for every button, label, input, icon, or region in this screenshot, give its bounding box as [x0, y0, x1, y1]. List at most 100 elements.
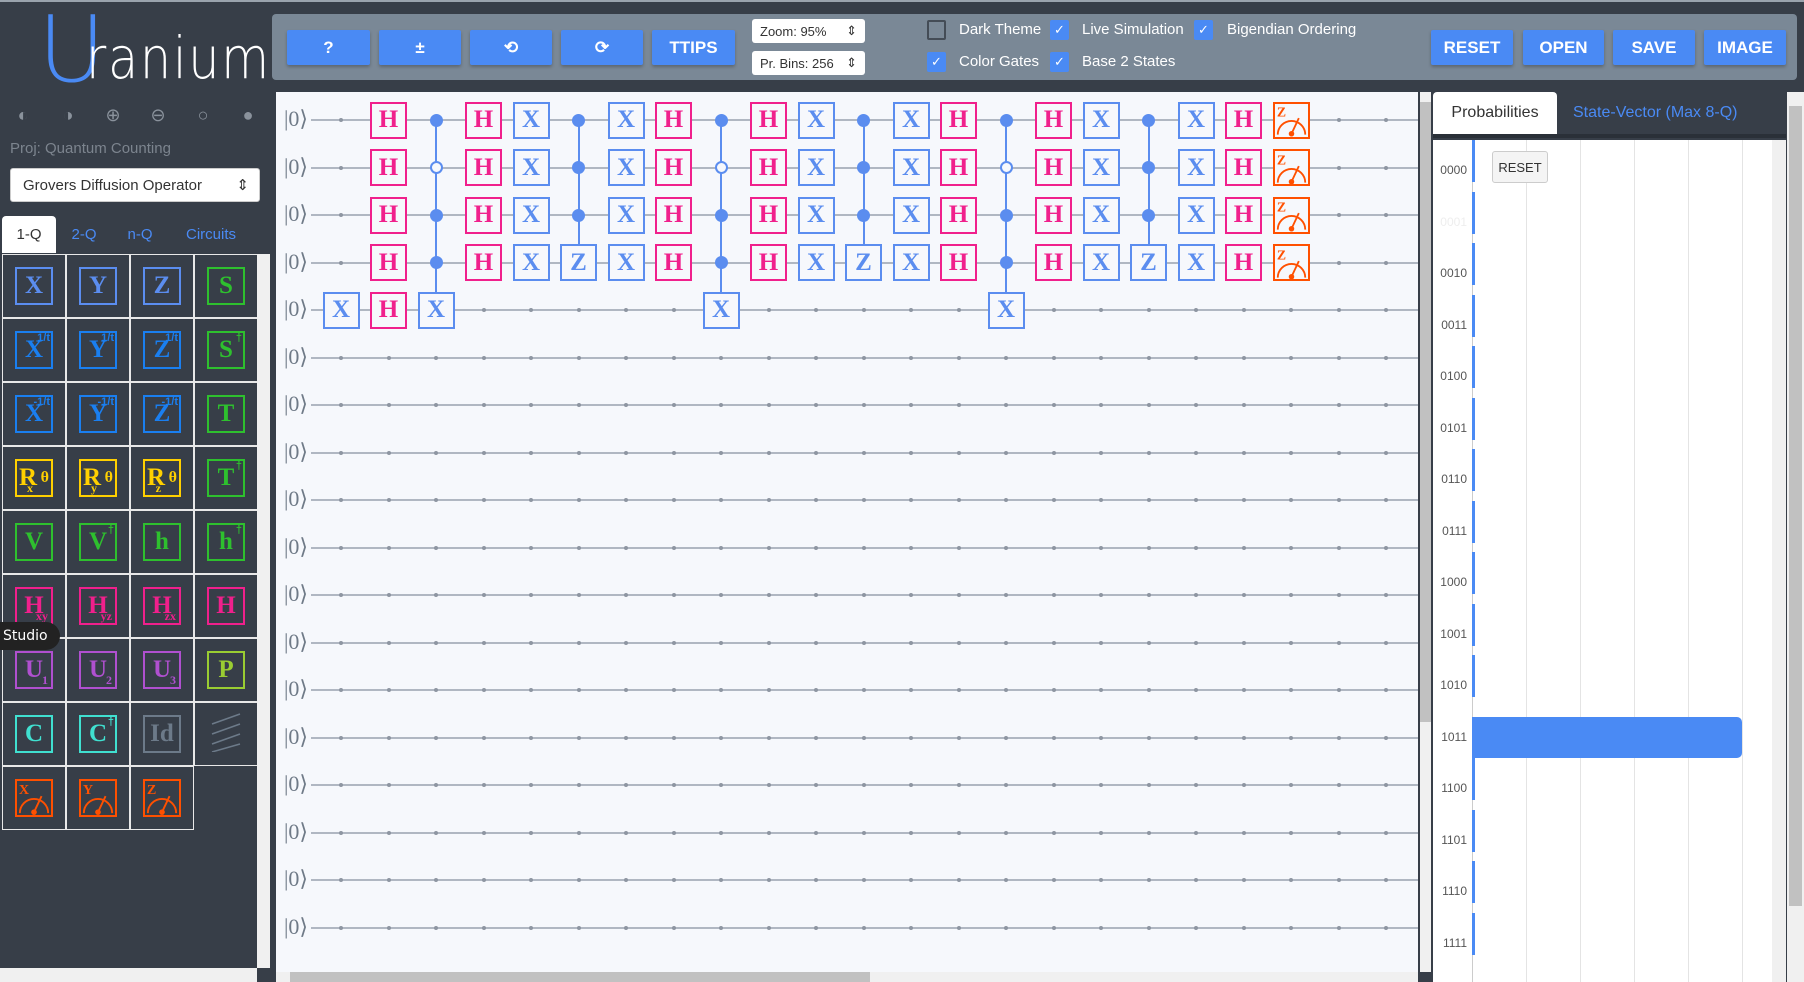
gate-h[interactable]: H: [750, 196, 787, 234]
control-dot[interactable]: [429, 208, 443, 222]
wire-slot[interactable]: [956, 498, 961, 502]
wire-slot[interactable]: [624, 593, 628, 597]
wire-slot[interactable]: [766, 688, 771, 692]
wire-slot[interactable]: [1241, 925, 1246, 930]
wire-slot[interactable]: [671, 688, 676, 692]
wire-slot[interactable]: [1004, 925, 1008, 930]
wire-slot[interactable]: [1336, 593, 1341, 597]
circuit-vertical-scrollbar[interactable]: [1420, 92, 1431, 972]
gate-x[interactable]: X: [1082, 244, 1120, 281]
wire-slot[interactable]: [671, 593, 676, 597]
wire-slot[interactable]: [1336, 450, 1341, 455]
circuit-select[interactable]: Grovers Diffusion Operator ⇕: [10, 168, 260, 202]
reset-button[interactable]: RESET: [1431, 30, 1513, 65]
wire-slot[interactable]: [576, 783, 581, 787]
wire-slot[interactable]: [624, 688, 628, 692]
gate-s†[interactable]: S †: [207, 331, 245, 369]
palette-cell[interactable]: C †: [66, 702, 130, 766]
wire-slot[interactable]: [529, 450, 533, 455]
palette-cell[interactable]: Rxθ: [2, 446, 66, 510]
probability-bar[interactable]: [1472, 449, 1475, 491]
wire-slot[interactable]: [1336, 783, 1341, 787]
wire-slot[interactable]: [624, 498, 628, 502]
wire-slot[interactable]: [814, 925, 818, 930]
wire-slot[interactable]: [1289, 355, 1293, 360]
wire-slot[interactable]: [1004, 830, 1008, 835]
wire-slot[interactable]: [909, 498, 913, 502]
wire-slot[interactable]: [386, 688, 391, 692]
anti-control-dot[interactable]: [429, 161, 443, 174]
wire-slot[interactable]: [1099, 308, 1103, 312]
wire-slot[interactable]: [1051, 735, 1056, 740]
wire-slot[interactable]: [956, 735, 961, 740]
wire-slot[interactable]: [1194, 925, 1198, 930]
wire-slot[interactable]: [481, 688, 486, 692]
wire-slot[interactable]: [339, 355, 343, 360]
wire-slot[interactable]: [1051, 593, 1056, 597]
wire-slot[interactable]: [1146, 878, 1151, 882]
wire-slot[interactable]: [1289, 450, 1293, 455]
palette-cell[interactable]: H: [194, 574, 258, 638]
wire-slot[interactable]: [909, 450, 913, 455]
wire-slot[interactable]: [671, 545, 676, 550]
wire-slot[interactable]: [434, 355, 438, 360]
palette-cell[interactable]: Y: [66, 766, 130, 830]
wire-slot[interactable]: [1289, 545, 1293, 550]
palette-cell[interactable]: X 1/t: [2, 318, 66, 382]
gate-s[interactable]: S: [207, 267, 245, 305]
palette-cell[interactable]: V †: [66, 510, 130, 574]
wire-slot[interactable]: [1336, 878, 1341, 882]
wire-slot[interactable]: [1336, 118, 1341, 122]
gate-u3[interactable]: U3: [143, 651, 181, 689]
wire-slot[interactable]: [1004, 355, 1008, 360]
wire-slot[interactable]: [624, 735, 628, 740]
wire-slot[interactable]: [766, 498, 771, 502]
wire-slot[interactable]: [1051, 688, 1056, 692]
palette-cell[interactable]: V: [2, 510, 66, 574]
wire-slot[interactable]: [814, 735, 818, 740]
gate-h[interactable]: H: [655, 244, 692, 281]
wire-slot[interactable]: [766, 783, 771, 787]
wire-slot[interactable]: [1241, 878, 1246, 882]
results-scrollbar[interactable]: [1787, 92, 1804, 982]
wire-slot[interactable]: [386, 925, 391, 930]
palette-cell[interactable]: Z -1/t: [130, 382, 194, 446]
control-dot[interactable]: [999, 113, 1013, 127]
wire-slot[interactable]: [909, 355, 913, 360]
wire-slot[interactable]: [1384, 165, 1388, 170]
wire-slot[interactable]: [1194, 830, 1198, 835]
wire-slot[interactable]: [766, 925, 771, 930]
wire-slot[interactable]: [434, 498, 438, 502]
wire-slot[interactable]: [814, 878, 818, 882]
palette-cell[interactable]: X: [2, 254, 66, 318]
circle-empty-icon[interactable]: ○: [194, 106, 212, 124]
wire-slot[interactable]: [481, 830, 486, 835]
zoom-select[interactable]: Zoom: 95% ⇕: [752, 19, 865, 43]
palette-vertical-scrollbar[interactable]: [257, 254, 270, 968]
ttips-button[interactable]: TTIPS: [652, 30, 735, 65]
gate-measure-z[interactable]: Z: [143, 779, 181, 817]
palette-cell[interactable]: S: [194, 254, 258, 318]
wire-slot[interactable]: [1004, 878, 1008, 882]
wire-slot[interactable]: [1194, 450, 1198, 455]
wire-slot[interactable]: [909, 925, 913, 930]
wire-slot[interactable]: [671, 925, 676, 930]
wire-slot[interactable]: [909, 545, 913, 550]
wire-slot[interactable]: [1241, 545, 1246, 550]
wire-slot[interactable]: [861, 925, 866, 930]
probability-bar[interactable]: [1472, 809, 1475, 852]
wire-slot[interactable]: [1004, 593, 1008, 597]
gate-t[interactable]: T: [207, 395, 245, 433]
chart-scrollbar-inner[interactable]: [1772, 140, 1786, 982]
gate-x[interactable]: X: [607, 149, 645, 186]
wire-slot[interactable]: [1241, 450, 1246, 455]
gate-z1/t[interactable]: Z 1/t: [143, 331, 181, 369]
wire-slot[interactable]: [1194, 498, 1198, 502]
gate-t†[interactable]: T †: [207, 459, 245, 497]
wire-slot[interactable]: [434, 450, 438, 455]
wire-slot[interactable]: [1051, 925, 1056, 930]
anti-control-dot[interactable]: [714, 161, 728, 174]
control-dot[interactable]: [999, 256, 1013, 269]
probability-bar[interactable]: [1472, 758, 1475, 800]
control-dot[interactable]: [857, 113, 870, 127]
